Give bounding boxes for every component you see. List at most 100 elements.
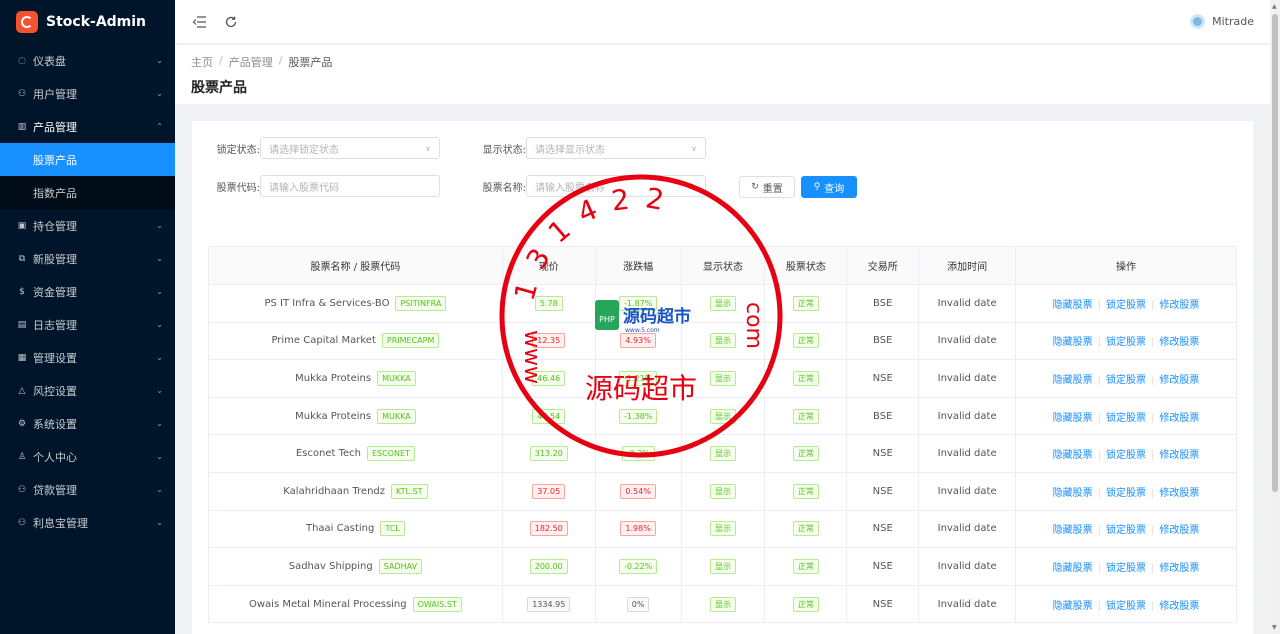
action-link[interactable]: 修改股票 [1159, 337, 1199, 348]
top-header: Mitrade [175, 0, 1270, 44]
sidebar-item-label: 个人中心 [33, 450, 77, 464]
stock-name: Kalahridhaan Trendz [283, 485, 386, 497]
collapse-menu-icon[interactable] [191, 14, 207, 30]
stock-name: PS IT Infra & Services-BO [264, 297, 390, 309]
show-status-cell: 显示 [680, 321, 766, 361]
change-cell: -0.22% [594, 547, 682, 586]
action-link[interactable]: 修改股票 [1159, 300, 1199, 311]
actions-cell: 隐藏股票 | 锁定股票 | 修改股票 [1015, 396, 1237, 436]
stock-name-cell: Mukka Proteins MUKKA [208, 396, 503, 436]
stock-name: Mukka Proteins [295, 410, 372, 422]
action-link[interactable]: 修改股票 [1159, 450, 1199, 461]
sidebar-item-position[interactable]: ▣ 持仓管理 ⌄ [0, 209, 175, 242]
action-link[interactable]: 修改股票 [1159, 413, 1199, 424]
action-link[interactable]: 隐藏股票 [1053, 300, 1093, 311]
action-link[interactable]: 锁定股票 [1106, 525, 1146, 536]
log-icon: ▤ [17, 319, 27, 330]
action-link[interactable]: 修改股票 [1159, 601, 1199, 612]
scroll-up-icon[interactable]: ▲ [1272, 3, 1277, 10]
stock-status-cell: 正常 [764, 434, 848, 473]
lock-status-select[interactable]: 请选择锁定状态 ∨ [260, 137, 440, 159]
stock-name-label: 股票名称: [482, 182, 526, 194]
sidebar-item-users[interactable]: ⚇ 用户管理 ⌄ [0, 77, 175, 110]
breadcrumb-home[interactable]: 主页 [191, 54, 213, 70]
change-tag: 0.54% [620, 483, 656, 499]
stock-name: Sadhav Shipping [288, 560, 373, 572]
action-separator: | [1097, 412, 1102, 424]
change-tag: -1.21% [618, 370, 658, 386]
app-logo[interactable]: Stock-Admin [0, 0, 175, 44]
action-link[interactable]: 隐藏股票 [1053, 488, 1093, 499]
action-link[interactable]: 隐藏股票 [1053, 337, 1093, 348]
scroll-down-icon[interactable]: ▼ [1272, 624, 1277, 631]
table-row: Thaai Casting TCL 182.50 1.98% 显示 正常 NSE Invali… [208, 509, 1237, 549]
page-scrollbar[interactable]: ▲ ▼ [1270, 0, 1280, 634]
action-link[interactable]: 修改股票 [1159, 375, 1199, 386]
stock-code-input[interactable]: 请输入股票代码 [260, 175, 440, 197]
price-cell: 37.05 [501, 471, 596, 511]
action-separator: | [1151, 525, 1155, 537]
change-cell: 1.98% [594, 509, 682, 549]
stock-status-tag: 正常 [792, 596, 819, 612]
action-link[interactable]: 修改股票 [1159, 563, 1199, 574]
show-status-select[interactable]: 请选择显示状态 ∨ [526, 137, 706, 159]
sidebar-item-chart[interactable]: ▥ 产品管理 ⌃ [0, 110, 175, 143]
user-menu[interactable]: Mitrade [1190, 14, 1254, 29]
stock-code-tag: PRIMECAPM [381, 333, 440, 349]
stock-name-input[interactable]: 请输入股票名称 [526, 175, 706, 197]
reset-button[interactable]: ↻ 重置 [739, 176, 795, 198]
action-link[interactable]: 锁定股票 [1106, 300, 1146, 311]
action-link[interactable]: 锁定股票 [1106, 488, 1146, 499]
action-link[interactable]: 隐藏股票 [1053, 601, 1093, 612]
scrollbar-thumb[interactable] [1272, 14, 1278, 492]
stock-code-tag: MUKKA [377, 370, 416, 386]
action-link[interactable]: 隐藏股票 [1053, 413, 1093, 424]
price-tag: 37.05 [532, 483, 566, 499]
price-cell: 1334.95 [501, 584, 596, 624]
price-cell: 46.46 [501, 359, 596, 398]
action-link[interactable]: 锁定股票 [1106, 375, 1146, 386]
sidebar-item-user[interactable]: ♙ 个人中心 ⌄ [0, 440, 175, 473]
sidebar-item-loan[interactable]: ⚇ 贷款管理 ⌄ [0, 473, 175, 506]
sidebar-item-risk[interactable]: △ 风控设置 ⌄ [0, 374, 175, 407]
change-cell: -0.2% [594, 434, 682, 473]
sidebar-item-dashboard[interactable]: ◌ 仪表盘 ⌄ [0, 44, 175, 77]
action-link[interactable]: 锁定股票 [1106, 601, 1146, 612]
sidebar-item-money[interactable]: $ 资金管理 ⌄ [0, 275, 175, 308]
chevron-down-icon: ⌄ [156, 89, 163, 98]
action-separator: | [1151, 374, 1155, 386]
exchange-cell: NSE [846, 359, 920, 398]
sidebar-item-settings[interactable]: ⚙ 系统设置 ⌄ [0, 407, 175, 440]
action-link[interactable]: 隐藏股票 [1053, 563, 1093, 574]
action-link[interactable]: 隐藏股票 [1053, 525, 1093, 536]
sidebar-item-log[interactable]: ▤ 日志管理 ⌄ [0, 308, 175, 341]
breadcrumb-separator: / [278, 54, 283, 67]
show-status-placeholder: 请选择显示状态 [535, 144, 605, 156]
sidebar-item-interest[interactable]: ⚇ 利息宝管理 ⌄ [0, 506, 175, 539]
column-header: 股票状态 [764, 246, 848, 285]
action-link[interactable]: 修改股票 [1159, 525, 1199, 536]
loan-icon: ⚇ [17, 484, 27, 495]
action-link[interactable]: 隐藏股票 [1053, 450, 1093, 461]
action-link[interactable]: 隐藏股票 [1053, 375, 1093, 386]
action-separator: | [1097, 600, 1102, 612]
action-link[interactable]: 锁定股票 [1106, 337, 1146, 348]
action-link[interactable]: 修改股票 [1159, 488, 1199, 499]
stock-status-tag: 正常 [792, 483, 819, 499]
sidebar-item-label: 利息宝管理 [33, 516, 88, 530]
action-link[interactable]: 锁定股票 [1106, 563, 1146, 574]
sidebar-item-admin[interactable]: ▦ 管理设置 ⌄ [0, 341, 175, 374]
sidebar-subitem[interactable]: 股票产品 [0, 143, 175, 176]
stock-code-tag: TCL [380, 521, 405, 537]
action-link[interactable]: 锁定股票 [1106, 450, 1146, 461]
actions-cell: 隐藏股票 | 锁定股票 | 修改股票 [1015, 321, 1237, 361]
stock-code-label: 股票代码: [216, 182, 260, 194]
table-row: Owais Metal Mineral Processing OWAIS.ST 13… [208, 584, 1237, 624]
refresh-icon[interactable] [223, 14, 239, 30]
sidebar-item-label: 持仓管理 [33, 219, 77, 233]
sidebar-item-ipo[interactable]: ⧉ 新股管理 ⌄ [0, 242, 175, 275]
sidebar-subitem[interactable]: 指数产品 [0, 176, 175, 209]
query-button[interactable]: ⚲ 查询 [801, 176, 857, 198]
action-link[interactable]: 锁定股票 [1106, 413, 1146, 424]
breadcrumb-parent[interactable]: 产品管理 [229, 54, 273, 70]
